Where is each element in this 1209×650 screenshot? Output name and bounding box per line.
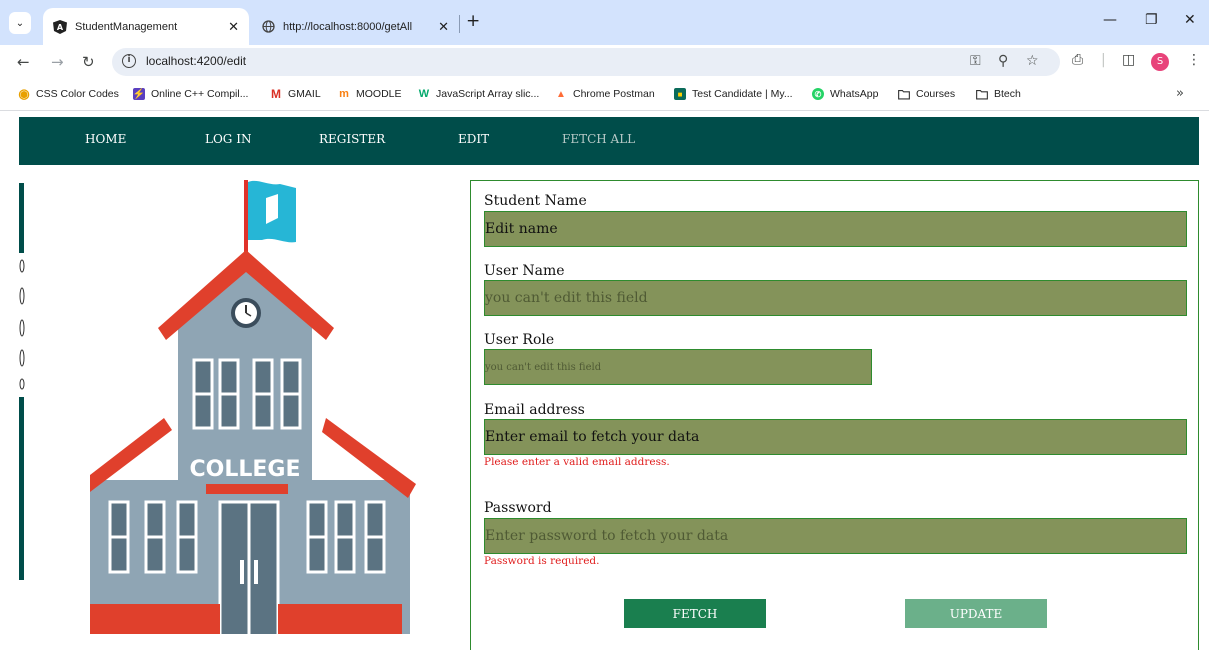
bookmark-star-icon[interactable]: ☆ (1026, 53, 1039, 69)
bookmark-css-color-codes[interactable]: ◉ CSS Color Codes (18, 86, 119, 101)
angular-icon: A (53, 19, 67, 34)
update-button[interactable]: UPDATE (905, 599, 1047, 628)
bookmark-test-candidate[interactable]: ■ Test Candidate | My... (674, 88, 793, 100)
bookmark-label: Chrome Postman (573, 88, 655, 100)
password-input[interactable]: Enter password to fetch your data (484, 518, 1187, 554)
gmail-icon: M (271, 87, 281, 101)
chevron-down-icon: ⌄ (15, 17, 25, 29)
tab-getall[interactable]: http://localhost:8000/getAll ✕ (251, 8, 459, 45)
nav-register[interactable]: REGISTER (319, 132, 385, 146)
toolbar-divider: | (1101, 52, 1106, 68)
tab-title: StudentManagement (75, 20, 178, 33)
nav-edit[interactable]: EDIT (458, 132, 489, 146)
bookmark-label: MOODLE (356, 88, 402, 100)
site-info-icon[interactable]: i (122, 54, 136, 68)
password-label: Password (484, 500, 552, 516)
close-icon[interactable]: ✕ (438, 19, 449, 35)
side-panel-icon[interactable]: ◫ (1122, 52, 1135, 68)
password-key-icon[interactable]: ⚿ (970, 53, 981, 69)
fetch-button[interactable]: FETCH (624, 599, 766, 628)
reload-icon[interactable]: ↻ (82, 53, 95, 71)
bookmark-moodle[interactable]: m MOODLE (338, 88, 402, 100)
w3schools-icon: W (418, 88, 430, 100)
user-name-label: User Name (484, 263, 565, 279)
bookmark-gmail[interactable]: M GMAIL (270, 87, 321, 101)
css-color-icon: ◉ (18, 86, 30, 101)
more-menu-icon[interactable]: ⋮ (1187, 52, 1201, 68)
bookmark-label: Courses (916, 88, 956, 100)
user-name-input[interactable]: you can't edit this field (484, 280, 1187, 316)
nav-login[interactable]: LOG IN (205, 132, 251, 146)
globe-icon (261, 20, 275, 34)
email-label: Email address (484, 402, 585, 418)
bookmark-label: JavaScript Array slic... (436, 88, 540, 100)
profile-avatar[interactable]: S (1151, 53, 1169, 71)
browser-toolbar: ← → ↻ i localhost:4200/edit ⚿ ⚲ ☆ (0, 45, 1209, 79)
candidate-icon: ■ (674, 88, 686, 100)
user-role-label: User Role (484, 332, 555, 348)
bookmark-online-cpp[interactable]: ⚡ Online C++ Compil... (133, 88, 248, 100)
restore-icon[interactable]: ❐ (1145, 12, 1158, 28)
extensions-icon[interactable]: ⎙ (1072, 52, 1083, 68)
close-icon[interactable]: ✕ (228, 19, 239, 35)
nav-home[interactable]: HOME (85, 132, 126, 146)
student-name-input[interactable]: Edit name (484, 211, 1187, 247)
email-error: Please enter a valid email address. (484, 456, 670, 468)
bookmark-folder-courses[interactable]: Courses (898, 88, 955, 100)
bookmark-label: WhatsApp (830, 88, 879, 100)
moodle-icon: m (339, 88, 349, 100)
folder-icon (898, 88, 910, 100)
forward-icon[interactable]: → (51, 53, 64, 71)
college-illustration: COLLEGE (90, 180, 430, 644)
tab-search-button[interactable]: ⌄ (9, 12, 31, 34)
postman-icon: ▲ (556, 88, 566, 100)
tab-student-management[interactable]: A StudentManagement ✕ (43, 8, 249, 45)
compiler-icon: ⚡ (132, 88, 146, 100)
email-input[interactable]: Enter email to fetch your data (484, 419, 1187, 455)
bookmark-label: GMAIL (288, 88, 321, 100)
folder-icon (976, 88, 988, 100)
left-decor-bar (19, 397, 24, 580)
bookmark-label: Online C++ Compil... (151, 88, 249, 100)
left-decor-bar (19, 183, 24, 253)
address-bar[interactable]: i localhost:4200/edit ⚿ ⚲ ☆ (112, 48, 1060, 76)
bookmark-label: CSS Color Codes (36, 88, 119, 100)
bookmark-chrome-postman[interactable]: ▲ Chrome Postman (555, 88, 655, 100)
browser-tabstrip: ⌄ A StudentManagement ✕ http://localhost… (0, 0, 1209, 45)
new-tab-button[interactable]: + (466, 11, 480, 31)
bookmark-whatsapp[interactable]: ✆ WhatsApp (812, 88, 878, 100)
nav-fetch-all[interactable]: FETCH ALL (562, 132, 635, 146)
left-decor-ornament (18, 256, 26, 394)
bookmarks-bar: ◉ CSS Color Codes ⚡ Online C++ Compil...… (0, 79, 1209, 111)
zoom-icon[interactable]: ⚲ (998, 53, 1008, 69)
bookmark-label: Test Candidate | My... (692, 88, 793, 100)
bookmarks-overflow-icon[interactable]: » (1176, 86, 1184, 101)
url-text[interactable]: localhost:4200/edit (146, 54, 246, 68)
bookmark-js-array-slice[interactable]: W JavaScript Array slic... (418, 88, 539, 100)
tab-title: http://localhost:8000/getAll (283, 20, 413, 33)
tab-separator (459, 15, 460, 33)
svg-text:A: A (57, 23, 64, 32)
app-navbar: HOME LOG IN REGISTER EDIT FETCH ALL (19, 117, 1199, 165)
minimize-icon[interactable]: — (1103, 12, 1117, 28)
password-error: Password is required. (484, 555, 600, 567)
window-close-icon[interactable]: ✕ (1184, 12, 1196, 28)
student-name-label: Student Name (484, 193, 587, 209)
whatsapp-icon: ✆ (812, 88, 824, 100)
bookmark-folder-btech[interactable]: Btech (976, 88, 1021, 100)
bookmark-label: Btech (994, 88, 1021, 100)
user-role-input[interactable]: you can't edit this field (484, 349, 872, 385)
college-sign-text: COLLEGE (190, 457, 301, 482)
back-icon[interactable]: ← (17, 53, 30, 71)
edit-form: Student Name Edit name User Name you can… (470, 180, 1199, 650)
